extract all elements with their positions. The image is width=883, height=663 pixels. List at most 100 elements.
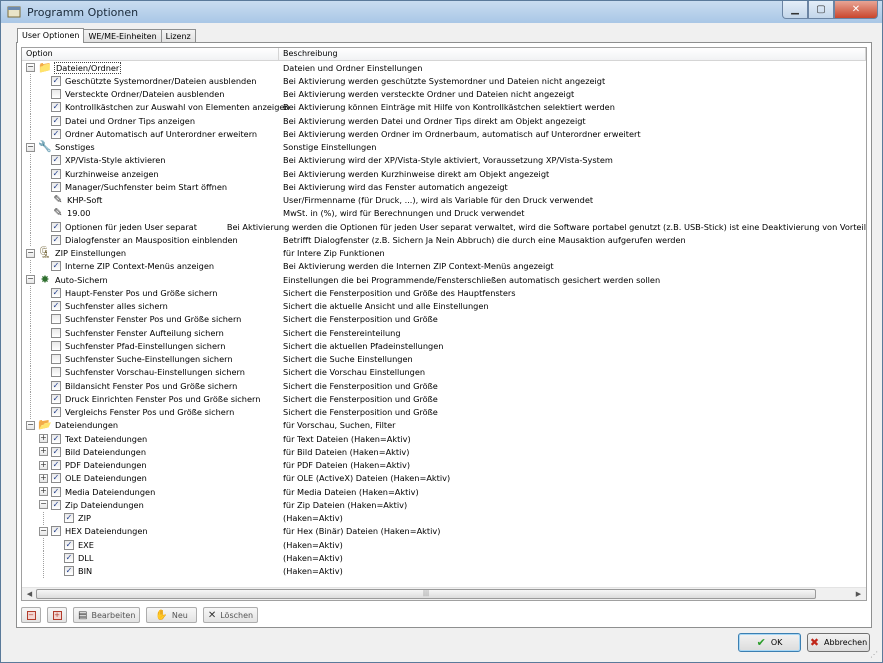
checkbox[interactable]: ✓: [51, 221, 61, 232]
title-bar[interactable]: Programm Optionen ▁ ▢ ✕: [1, 1, 882, 23]
tree-row[interactable]: + ✓ PDF Dateiendungen für PDF Dateien (Hake…: [22, 459, 866, 472]
tree-row[interactable]: Versteckte Ordner/Dateien ausblenden Bei …: [22, 87, 866, 101]
tree-row[interactable]: Suchfenster Pfad-Einstellungen sichern Si…: [22, 339, 866, 353]
checkbox[interactable]: ✓: [51, 526, 61, 537]
checkbox[interactable]: ✓: [64, 566, 74, 577]
tree-row[interactable]: + ✓ Text Dateiendungen für Text Dateien (Ha…: [22, 432, 866, 445]
checkbox[interactable]: ✓: [64, 539, 74, 550]
checkbox[interactable]: ✓: [51, 261, 61, 272]
tree-row[interactable]: ✓ Kurzhinweise anzeigen Bei Aktivierung we…: [22, 167, 866, 180]
collapse-all-button[interactable]: −: [21, 607, 41, 623]
checkbox[interactable]: ✓: [51, 128, 61, 139]
collapse-node-icon[interactable]: −: [26, 248, 35, 258]
tree-row[interactable]: ✓ Suchfenster alles sichern Sichert die ak…: [22, 299, 866, 313]
scroll-right-icon[interactable]: ▶: [852, 589, 865, 600]
checkbox[interactable]: ✓: [51, 234, 61, 245]
collapse-node-icon[interactable]: −: [26, 275, 35, 285]
checkbox[interactable]: ✓: [51, 486, 61, 497]
tree-row[interactable]: ✓ Kontrollkästchen zur Auswahl von Elemen…: [22, 100, 866, 114]
option-label[interactable]: KHP-Soft: [67, 195, 102, 205]
checkbox[interactable]: ✓: [51, 446, 61, 457]
checkbox[interactable]: [51, 340, 61, 351]
tree-row[interactable]: ✓ Manager/Suchfenster beim Start öffnen Be…: [22, 180, 866, 194]
scroll-left-icon[interactable]: ◀: [23, 589, 36, 600]
checkbox[interactable]: [51, 354, 61, 365]
ok-button[interactable]: ✔ OK: [738, 633, 801, 652]
tree-row[interactable]: ✓ Druck Einrichten Fenster Pos und Größe …: [22, 392, 866, 406]
options-tree[interactable]: Option Beschreibung − 📁 Dateien/Ordner Date…: [21, 47, 867, 601]
tab-we-me-einheiten[interactable]: WE/ME-Einheiten: [83, 29, 162, 43]
expand-node-icon[interactable]: +: [39, 487, 48, 497]
column-header-option[interactable]: Option: [22, 48, 279, 60]
checkbox[interactable]: ✓: [64, 513, 74, 524]
tree-row[interactable]: ✓ Ordner Automatisch auf Unterordner erwe…: [22, 127, 866, 141]
tree-row[interactable]: ✓ Haupt-Fenster Pos und Größe sichern Sich…: [22, 286, 866, 300]
tree-row[interactable]: Suchfenster Vorschau-Einstellungen siche…: [22, 365, 866, 379]
checkbox[interactable]: ✓: [51, 168, 61, 179]
tree-row[interactable]: − ✓ HEX Dateiendungen für Hex (Binär) Datei…: [22, 525, 866, 538]
checkbox[interactable]: ✓: [51, 380, 61, 391]
horizontal-scrollbar[interactable]: ◀ ||| ▶: [22, 587, 866, 600]
checkbox[interactable]: [51, 367, 61, 378]
tree-group-row[interactable]: − 🔧 Sonstiges Sonstige Einstellungen: [22, 141, 866, 154]
tree-row[interactable]: ✓ DLL (Haken=Aktiv): [22, 551, 866, 565]
collapse-node-icon[interactable]: −: [26, 420, 35, 430]
tree-row[interactable]: ✓ Optionen für jeden User separat Bei Akti…: [22, 220, 866, 233]
tree-row[interactable]: ✓ Datei und Ordner Tips anzeigen Bei Aktiv…: [22, 114, 866, 127]
delete-button[interactable]: ✕ Löschen: [202, 607, 259, 623]
checkbox[interactable]: ✓: [51, 301, 61, 312]
tree-row[interactable]: ✓ EXE (Haken=Aktiv): [22, 538, 866, 551]
minimize-button[interactable]: ▁: [782, 1, 808, 19]
tree-row[interactable]: ✓ Dialogfenster an Mausposition einblende…: [22, 233, 866, 247]
checkbox[interactable]: ✓: [51, 407, 61, 418]
collapse-node-icon[interactable]: −: [39, 526, 48, 536]
edit-button[interactable]: ▤ Bearbeiten: [73, 607, 141, 623]
tree-row[interactable]: ✓ Bildansicht Fenster Pos und Größe siche…: [22, 379, 866, 392]
checkbox[interactable]: ✓: [51, 460, 61, 471]
new-button[interactable]: ✋ Neu: [146, 607, 197, 623]
column-header-description[interactable]: Beschreibung: [279, 48, 866, 60]
expand-node-icon[interactable]: +: [39, 460, 48, 470]
tree-group-row[interactable]: − 📁 Dateien/Ordner Dateien und Ordner Einst…: [22, 61, 866, 74]
tree-group-row[interactable]: − 📂 Dateiendungen für Vorschau, Suchen, Fil…: [22, 419, 866, 432]
tree-row[interactable]: ✓ Geschützte Systemordner/Dateien ausblen…: [22, 74, 866, 88]
tab-lizenz[interactable]: Lizenz: [160, 29, 196, 43]
collapse-node-icon[interactable]: −: [39, 500, 48, 510]
cancel-button[interactable]: ✖ Abbrechen: [807, 633, 870, 652]
expand-all-button[interactable]: +: [47, 607, 67, 623]
expand-node-icon[interactable]: +: [39, 447, 48, 457]
tree-row[interactable]: ✎ 19.00 MwSt. in (%), wird für Berechnunge…: [22, 206, 866, 220]
checkbox[interactable]: [51, 89, 61, 100]
expand-node-icon[interactable]: +: [39, 434, 48, 444]
tab-user-optionen[interactable]: User Optionen: [17, 28, 85, 43]
expand-node-icon[interactable]: +: [39, 473, 48, 483]
checkbox[interactable]: ✓: [51, 473, 61, 484]
checkbox[interactable]: ✓: [64, 552, 74, 563]
tree-row[interactable]: + ✓ Media Dateiendungen für Media Dateien (…: [22, 485, 866, 498]
tree-row[interactable]: ✓ Vergleichs Fenster Pos und Größe sicher…: [22, 405, 866, 419]
checkbox[interactable]: ✓: [51, 75, 61, 86]
checkbox[interactable]: [51, 327, 61, 338]
tree-group-row[interactable]: − 🗜 ZIP Einstellungen für Intere Zip Funkti…: [22, 247, 866, 260]
tree-row[interactable]: Suchfenster Suche-Einstellungen sichern S…: [22, 352, 866, 366]
tree-row[interactable]: + ✓ Bild Dateiendungen für Bild Dateien (Ha…: [22, 445, 866, 458]
checkbox[interactable]: ✓: [51, 499, 61, 510]
tree-row[interactable]: Suchfenster Fenster Aufteilung sichern Si…: [22, 326, 866, 339]
checkbox[interactable]: ✓: [51, 102, 61, 113]
tree-row[interactable]: ✓ ZIP (Haken=Aktiv): [22, 511, 866, 525]
tree-group-row[interactable]: − ✸ Auto-Sichern Einstellungen die bei Prog…: [22, 273, 866, 286]
resize-grip-icon[interactable]: ⋰: [870, 650, 880, 660]
collapse-node-icon[interactable]: −: [26, 142, 35, 152]
collapse-node-icon[interactable]: −: [26, 63, 35, 73]
tree-row[interactable]: ✓ XP/Vista-Style aktivieren Bei Aktivierun…: [22, 153, 866, 167]
option-label[interactable]: 19.00: [67, 208, 90, 218]
scrollbar-thumb[interactable]: |||: [36, 589, 816, 599]
checkbox[interactable]: ✓: [51, 115, 61, 126]
checkbox[interactable]: ✓: [51, 433, 61, 444]
checkbox[interactable]: ✓: [51, 155, 61, 166]
maximize-button[interactable]: ▢: [808, 1, 834, 19]
tree-row[interactable]: Suchfenster Fenster Pos und Größe sicher…: [22, 312, 866, 326]
checkbox[interactable]: ✓: [51, 287, 61, 298]
tree-row[interactable]: ✎ KHP-Soft User/Firmenname (für Druck, ...…: [22, 193, 866, 207]
tree-row[interactable]: − ✓ Zip Dateiendungen für Zip Dateien (Hake…: [22, 498, 866, 511]
